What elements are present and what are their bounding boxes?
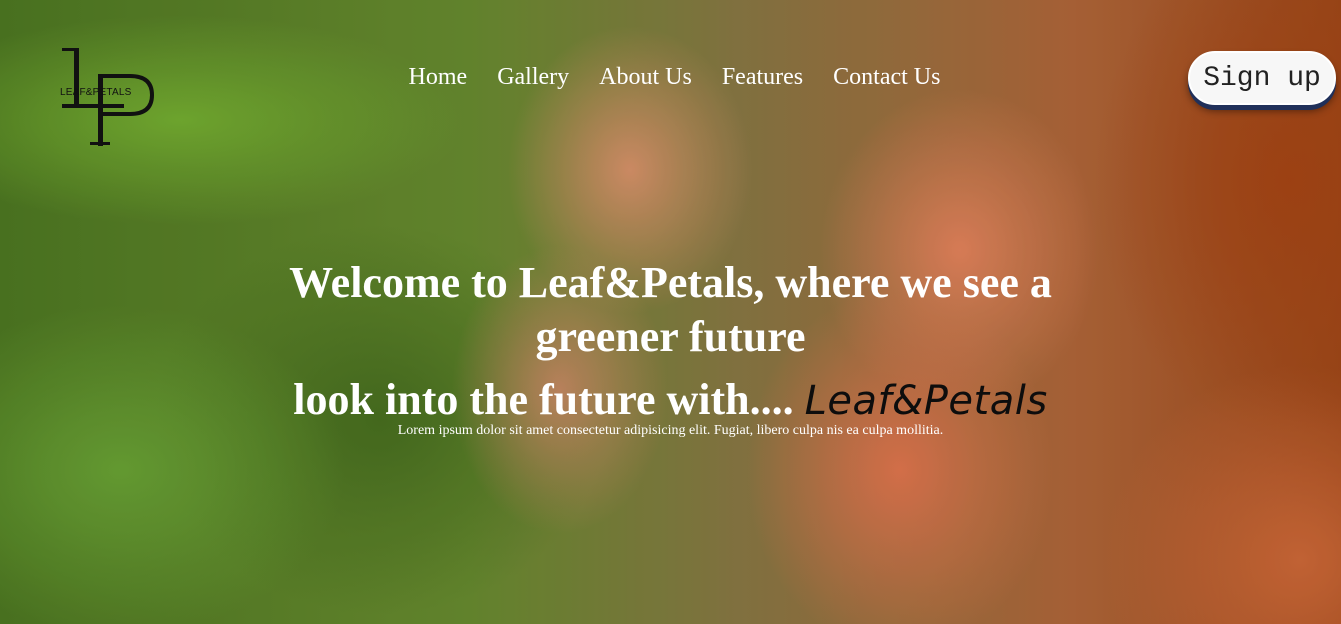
nav-about-us[interactable]: About Us: [599, 64, 692, 91]
hero-section: Welcome to Leaf&Petals, where we see a g…: [0, 256, 1341, 439]
nav-contact-us[interactable]: Contact Us: [833, 64, 940, 91]
site-logo[interactable]: LEAF&PETALS: [60, 46, 156, 148]
hero-description: Lorem ipsum dolor sit amet consectetur a…: [397, 423, 944, 438]
main-nav: Home Gallery About Us Features Contact U…: [0, 64, 1341, 91]
hero-brand-name: Leaf&Petals: [804, 378, 1048, 424]
hero-title: Welcome to Leaf&Petals, where we see a g…: [289, 258, 1052, 361]
nav-features[interactable]: Features: [722, 64, 803, 91]
nav-gallery[interactable]: Gallery: [497, 64, 569, 91]
nav-home[interactable]: Home: [409, 64, 468, 91]
sign-up-button[interactable]: Sign up: [1188, 51, 1336, 105]
hero-subtitle: look into the future with.... Leaf&Petal…: [0, 370, 1341, 431]
hero-subtitle-prefix: look into the future with....: [293, 375, 794, 424]
